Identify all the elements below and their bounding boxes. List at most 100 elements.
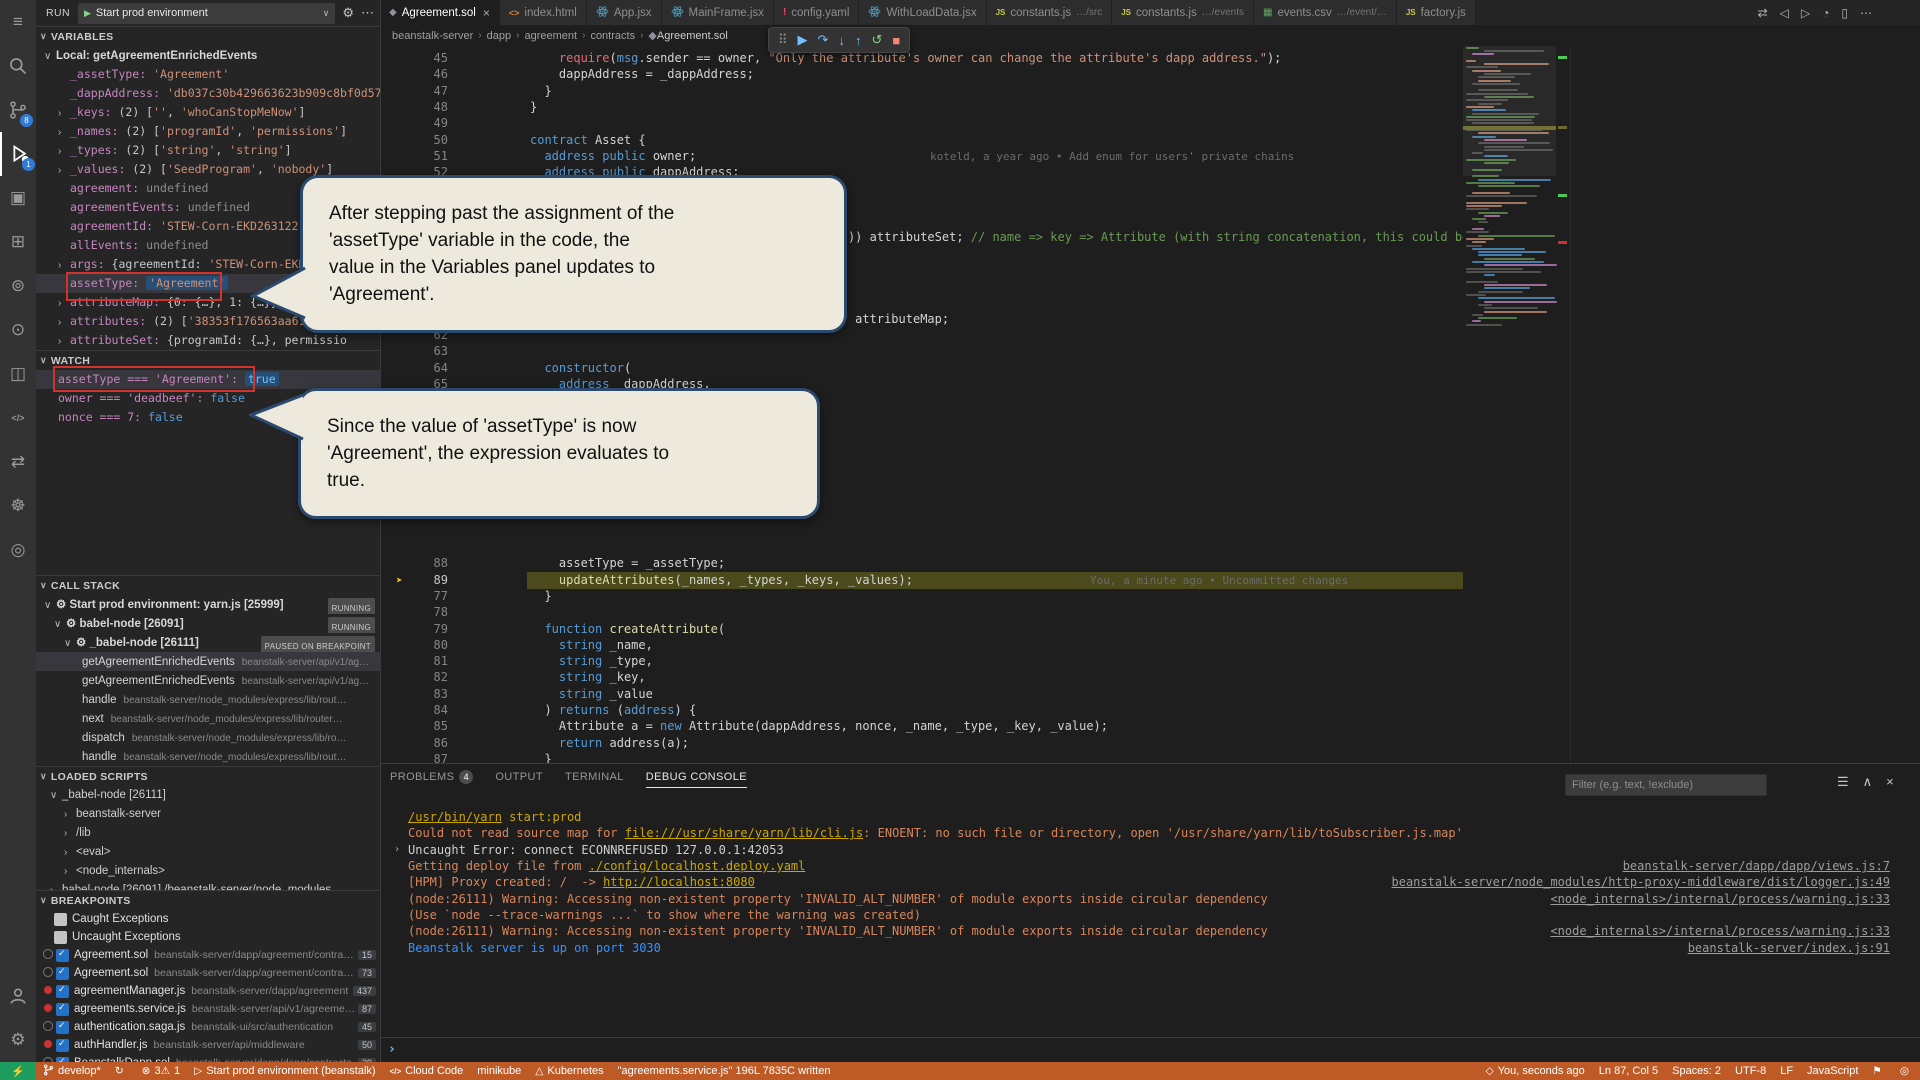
breadcrumb-item[interactable]: contracts [590, 30, 635, 42]
console-filter-input[interactable] [1565, 774, 1767, 796]
activity-item-menu[interactable]: ≡ [0, 0, 36, 44]
run-settings-gear-icon[interactable]: ⚙ [342, 5, 354, 21]
step-over-button[interactable]: ↷ [818, 32, 829, 48]
status-encoding[interactable]: UTF-8 [1728, 1062, 1773, 1080]
launch-config-dropdown[interactable]: ▶ Start prod environment ∨ [77, 2, 336, 24]
breakpoint-checkbox[interactable] [56, 1002, 69, 1016]
breakpoint-row[interactable]: Agreement.solbeanstalk-server/dapp/agree… [36, 946, 380, 964]
collapse-panel-icon[interactable]: ∧ [1863, 774, 1873, 790]
console-source-link[interactable]: <node_internals>/internal/process/warnin… [1550, 923, 1890, 939]
navigate-back-icon[interactable]: ◁ [1780, 6, 1789, 20]
variable-row[interactable]: › _types: (2) ['string', 'string'] [36, 141, 380, 160]
activity-item-account[interactable] [0, 974, 36, 1018]
breakpoint-checkbox[interactable] [56, 984, 69, 998]
code-line[interactable]: 46 dappAddress = _dappAddress; [380, 66, 1463, 83]
tab-factory-js[interactable]: JS factory.js [1396, 0, 1476, 25]
section-breakpoints[interactable]: ∨ BREAKPOINTS [36, 890, 380, 910]
code-line[interactable]: 83 string _value [380, 686, 1463, 703]
breadcrumb-item[interactable]: dapp [487, 30, 511, 42]
breakpoint-row[interactable]: Caught Exceptions [36, 910, 380, 928]
step-out-button[interactable]: ↑ [855, 33, 862, 48]
activity-item-docker[interactable]: ◫ [0, 352, 36, 396]
status-debug-target[interactable]: ▷ Start prod environment (beanstalk) [187, 1062, 382, 1080]
status-kubernetes[interactable]: △ Kubernetes [528, 1062, 610, 1080]
status-remote-indicator[interactable]: ⚡ [0, 1062, 36, 1080]
stack-frame[interactable]: handle beanstalk-server/node_modules/expr… [36, 690, 380, 709]
code-line[interactable]: 47 } [380, 83, 1463, 100]
code-line[interactable]: 84 ) returns (address) { [380, 702, 1463, 719]
panel-tab-problems[interactable]: PROBLEMS 4 [390, 770, 474, 788]
code-line[interactable]: 80 string _name, [380, 637, 1463, 654]
expand-icon[interactable]: › [394, 842, 400, 858]
call-stack-thread[interactable]: ∨ ⚙ _babel-node [26111] PAUSED ON BREAKPOI… [36, 633, 380, 652]
split-editor-icon[interactable]: ▯ [1841, 6, 1848, 20]
code-line[interactable]: 50 contract Asset { [380, 132, 1463, 149]
variable-row[interactable]: › _keys: (2) ['', 'whoCanStopMeNow'] [36, 103, 380, 122]
minimap[interactable] [1463, 26, 1558, 762]
status-eol[interactable]: LF [1773, 1062, 1800, 1080]
code-line[interactable]: 51 address public owner; koteld, a year a… [380, 148, 1463, 165]
tab-index-html[interactable]: <> index.html [499, 0, 587, 25]
loaded-script-row[interactable]: ›babel-node [26091] /beanstalk-server/no… [36, 881, 380, 890]
code-line[interactable]: 45 require(msg.sender == owner, "Only th… [380, 50, 1463, 67]
watch-expression[interactable]: assetType === 'Agreement': true [36, 370, 380, 389]
output-actions-icon[interactable]: ☰ [1837, 774, 1849, 790]
code-line[interactable]: 85 Attribute a = new Attribute(dappAddre… [380, 718, 1463, 735]
code-line[interactable]: 63 [380, 343, 1463, 360]
panel-tab-output[interactable]: OUTPUT [495, 771, 543, 787]
stop-button[interactable]: ■ [892, 33, 900, 48]
loaded-script-row[interactable]: ›/lib [36, 824, 380, 843]
breakpoint-row[interactable]: Uncaught Exceptions [36, 928, 380, 946]
activity-item-api-client[interactable]: ⇄ [0, 440, 36, 484]
code-line[interactable]: 64 constructor( [380, 360, 1463, 377]
close-tab-icon[interactable]: × [483, 6, 490, 20]
tab-constants-js[interactable]: JS constants.js …/src [986, 0, 1113, 25]
variables-scope[interactable]: ∨ Local: getAgreementEnrichedEvents [36, 46, 380, 65]
tab-agreement-sol[interactable]: ◆ Agreement.sol × [380, 0, 500, 25]
breakpoint-checkbox[interactable] [56, 966, 69, 980]
activity-item-cloud-code[interactable]: </> [0, 396, 36, 440]
variable-row[interactable]: _dappAddress: 'db037c30b429663623b909c8b… [36, 84, 380, 103]
close-panel-icon[interactable]: × [1886, 774, 1894, 790]
status-indentation[interactable]: Spaces: 2 [1665, 1062, 1728, 1080]
console-input-prompt[interactable]: › [388, 1042, 396, 1057]
call-stack-thread[interactable]: ∨ ⚙ babel-node [26091] RUNNING [36, 614, 380, 633]
activity-item-test-explorer[interactable]: ⊙ [0, 308, 36, 352]
console-source-link[interactable]: beanstalk-server/node_modules/http-proxy… [1392, 874, 1891, 890]
loaded-script-row[interactable]: › beanstalk-server [36, 805, 380, 824]
navigate-forward-icon[interactable]: ▷ [1801, 6, 1810, 20]
breakpoint-row[interactable]: agreements.service.jsbeanstalk-server/ap… [36, 1000, 380, 1018]
breakpoint-row[interactable]: authHandler.jsbeanstalk-server/api/middl… [36, 1036, 380, 1054]
code-line[interactable]: 49 [380, 115, 1463, 132]
loaded-script-row[interactable]: › <node_internals> [36, 862, 380, 881]
panel-tab-terminal[interactable]: TERMINAL [565, 771, 624, 787]
code-line[interactable] [380, 523, 1463, 540]
section-variables[interactable]: ∨ VARIABLES [36, 26, 380, 46]
tab-events-csv[interactable]: ▦ events.csv …/event/… [1254, 0, 1397, 25]
breakpoint-row[interactable]: authentication.saga.jsbeanstalk-ui/src/a… [36, 1018, 380, 1036]
stack-frame[interactable]: handle beanstalk-server/node_modules/expr… [36, 747, 380, 766]
activity-item-github[interactable]: ⊚ [0, 264, 36, 308]
breakpoint-checkbox[interactable] [56, 1020, 69, 1034]
console-source-link[interactable]: <node_internals>/internal/process/warnin… [1550, 891, 1890, 907]
variable-row[interactable]: › _names: (2) ['programId', 'permissions'… [36, 122, 380, 141]
code-line[interactable] [380, 539, 1463, 556]
more-actions-icon[interactable]: ⋯ [1860, 6, 1872, 20]
panel-tab-debug-console[interactable]: DEBUG CONSOLE [645, 771, 747, 788]
tab-mainframe-jsx[interactable]: MainFrame.jsx [661, 0, 774, 25]
call-stack-thread[interactable]: ∨ ⚙ Start prod environment: yarn.js [2599… [36, 595, 380, 614]
breadcrumb-item[interactable]: agreement [525, 30, 578, 42]
loaded-script-row[interactable]: ∨ _babel-node [26111] [36, 786, 380, 805]
timeline-icon[interactable]: ◔ [1822, 6, 1829, 20]
code-line[interactable]: 86 return address(a); [380, 735, 1463, 752]
status-cloud-code[interactable]: </> Cloud Code [383, 1062, 471, 1080]
code-line[interactable]: 82 string _key, [380, 669, 1463, 686]
tab-constants-js[interactable]: JS constants.js …/events [1112, 0, 1254, 25]
code-line[interactable]: ➤ 89 updateAttributes(_names, _types, _ke… [380, 571, 1463, 589]
status-gitlens-blame[interactable]: ◇ You, seconds ago [1479, 1062, 1592, 1080]
console-source-link[interactable]: beanstalk-server/index.js:91 [1688, 940, 1890, 956]
code-line[interactable]: 77 } [380, 588, 1463, 605]
code-line[interactable]: 48} [380, 99, 1463, 116]
console-link[interactable]: file:///usr/share/yarn/lib/cli.js [625, 826, 863, 840]
breakpoint-row[interactable]: agreementManager.jsbeanstalk-server/dapp… [36, 982, 380, 1000]
